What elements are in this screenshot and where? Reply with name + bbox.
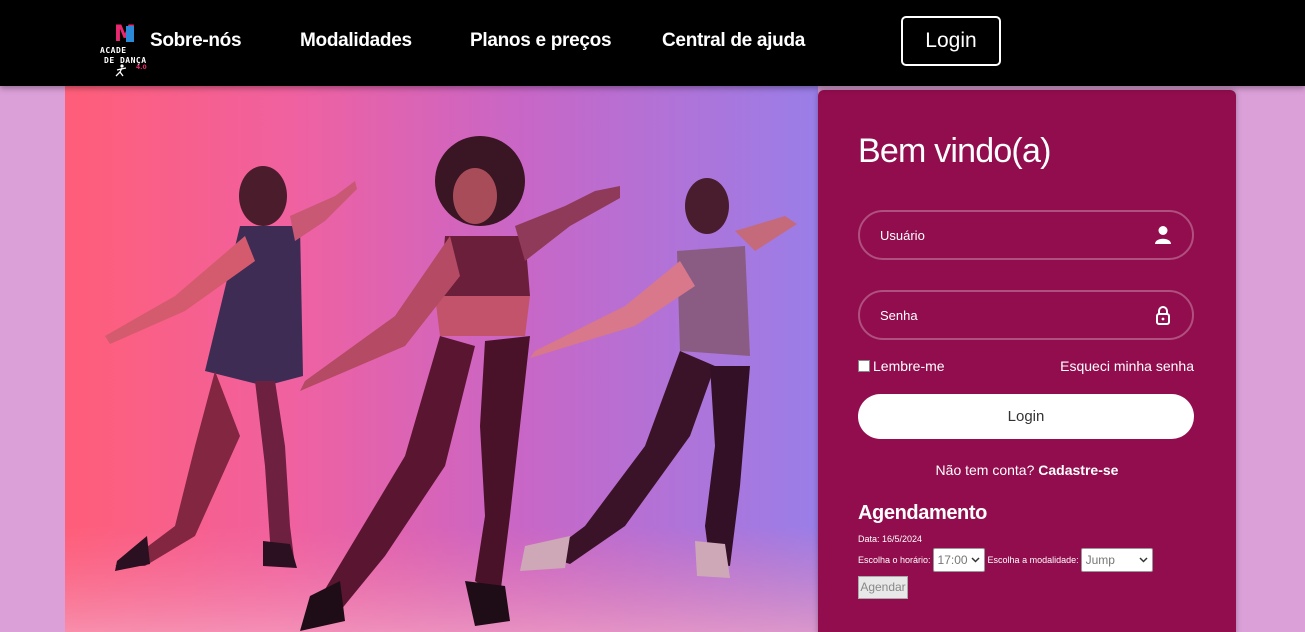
username-field[interactable]: [858, 210, 1194, 260]
agendar-button[interactable]: Agendar: [858, 576, 908, 599]
remember-checkbox[interactable]: [858, 360, 870, 372]
header-login-button[interactable]: Login: [901, 16, 1001, 66]
agenda-options: Escolha o horário: 17:00 Escolha a modal…: [858, 548, 1156, 572]
username-input[interactable]: [880, 212, 1140, 258]
nav-planos-e-precos[interactable]: Planos e preços: [470, 28, 612, 54]
no-account-text: Não tem conta?: [935, 462, 1035, 478]
login-panel: Bem vindo(a) Lembre-me Esqueci minha sen…: [818, 90, 1236, 632]
academy-logo[interactable]: M ACADE DE DANÇA 4.0: [100, 24, 150, 80]
logo-text-line1: ACADE: [100, 46, 127, 55]
forgot-password-link[interactable]: Esqueci minha senha: [1060, 358, 1194, 374]
logo-text-accent: 4.0: [136, 64, 147, 71]
nav-sobre-nos[interactable]: Sobre-nós: [150, 28, 242, 54]
lock-icon: [1156, 306, 1170, 325]
logo-accent-bar: [126, 26, 134, 42]
time-label: Escolha o horário:: [858, 555, 931, 565]
welcome-title: Bem vindo(a): [858, 132, 1051, 170]
hero-image: [65, 86, 818, 632]
remember-label: Lembre-me: [873, 358, 945, 374]
chevron-down-icon: [971, 557, 980, 563]
password-field[interactable]: [858, 290, 1194, 340]
navbar: M ACADE DE DANÇA 4.0 Sobre-nós Modalidad…: [0, 0, 1305, 86]
agenda-title: Agendamento: [858, 502, 987, 524]
time-select[interactable]: 17:00: [932, 548, 985, 572]
dancers-illustration: [65, 136, 818, 632]
modality-select[interactable]: Jump: [1080, 548, 1153, 572]
dancer-left: [105, 166, 357, 571]
chevron-down-icon: [1139, 557, 1148, 563]
nav-modalidades[interactable]: Modalidades: [300, 28, 412, 54]
remember-me[interactable]: Lembre-me: [858, 358, 945, 374]
modality-value: Jump: [1085, 553, 1115, 567]
signup-prompt: Não tem conta? Cadastre-se: [818, 462, 1236, 478]
modality-label: Escolha a modalidade:: [987, 555, 1079, 565]
user-icon: [1155, 226, 1171, 244]
dancer-icon: [115, 64, 127, 77]
dancer-right: [520, 178, 797, 578]
signup-link[interactable]: Cadastre-se: [1038, 462, 1118, 478]
login-button[interactable]: Login: [858, 394, 1194, 439]
nav-central-de-ajuda[interactable]: Central de ajuda: [662, 28, 805, 54]
time-value: 17:00: [937, 553, 968, 567]
password-input[interactable]: [880, 292, 1140, 338]
agenda-date: Data: 16/5/2024: [858, 534, 923, 544]
